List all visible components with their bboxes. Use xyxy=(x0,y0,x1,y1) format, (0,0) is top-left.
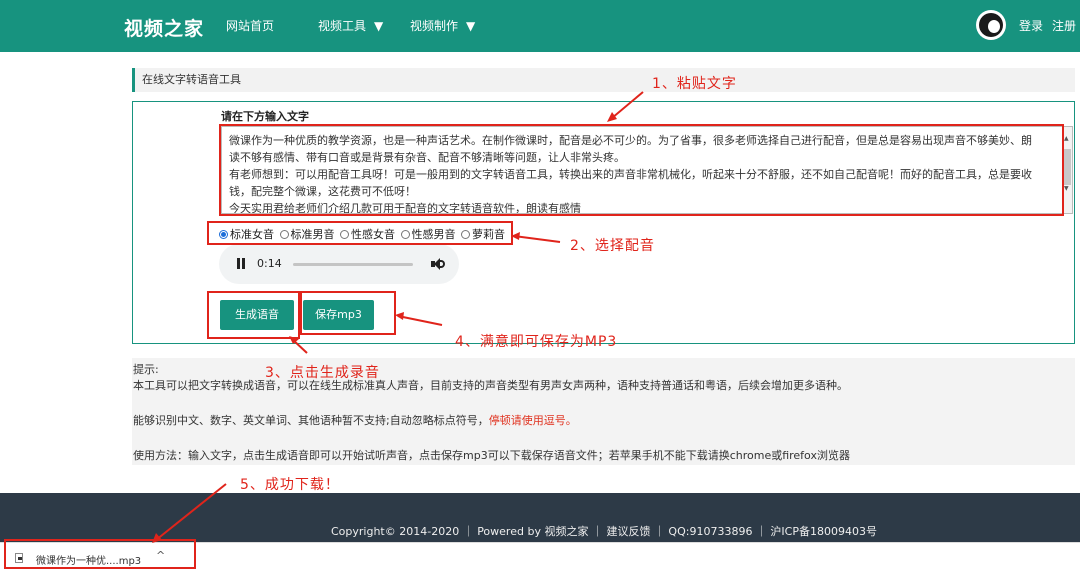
save-mp3-button[interactable]: 保存mp3 xyxy=(303,300,374,330)
pause-icon[interactable] xyxy=(237,258,246,269)
site-logo[interactable]: 视频之家 xyxy=(124,14,204,41)
voice-option-loli[interactable]: 萝莉音 xyxy=(461,226,505,242)
login-link[interactable]: 登录 xyxy=(1019,17,1043,34)
text-input[interactable]: 微课作为一种优质的教学资源，也是一种声话艺术。在制作微课时，配音是必不可少的。为… xyxy=(221,126,1073,214)
voice-label: 标准女音 xyxy=(230,228,274,241)
radio-button[interactable] xyxy=(219,230,228,239)
file-icon xyxy=(15,553,23,563)
voice-options: 标准女音 标准男音 性感女音 性感男音 萝莉音 xyxy=(219,226,507,242)
nav-video-production-label: 视频制作 xyxy=(410,19,459,33)
tips-heading: 提示: xyxy=(133,363,159,376)
nav-home-label: 网站首页 xyxy=(226,19,275,33)
progress-slider[interactable] xyxy=(293,263,413,266)
scroll-up-icon[interactable]: ▲ xyxy=(1064,135,1069,142)
annotation-step-2: 2、选择配音 xyxy=(570,238,655,254)
radio-button[interactable] xyxy=(400,230,410,239)
scroll-down-icon[interactable]: ▼ xyxy=(1064,185,1069,192)
volume-icon[interactable] xyxy=(431,258,445,270)
radio-button[interactable] xyxy=(279,230,289,239)
text-line: 读不够有感情、带有口音或是背景有杂音、配音不够清晰等问题，让人非常头疼。 xyxy=(229,151,625,164)
footer: Copyright© 2014-2020 ｜ Powered by 视频之家 ｜… xyxy=(0,493,1080,542)
annotation-step-1: 1、粘贴文字 xyxy=(652,76,737,92)
audio-player: 0:14 xyxy=(219,244,459,284)
tips-warning: 停顿请使用逗号。 xyxy=(488,414,577,427)
voice-label: 标准男音 xyxy=(290,228,335,241)
tips-line-2: 能够识别中文、数字、英文单词、其他语种暂不支持;自动忽略标点符号，停顿请使用逗号… xyxy=(133,412,577,428)
text-line: 有老师想到：可以用配音工具呀！可是一般用到的文字转语音工具，转换出来的声音非常机… xyxy=(229,168,1032,181)
radio-button[interactable] xyxy=(461,230,470,239)
voice-option-standard-female[interactable]: 标准女音 xyxy=(219,226,274,242)
text-scrollbar[interactable]: ▲ ▼ xyxy=(1062,127,1072,213)
input-label: 请在下方输入文字 xyxy=(221,110,309,123)
page: 视频之家 网站首页 视频工具 ▼ 视频制作 ▼ 登录 注册 在线文字转语音工具 请在… xyxy=(0,0,1080,575)
voice-option-sexy-female[interactable]: 性感女音 xyxy=(340,226,395,242)
nav-home[interactable]: 网站首页 xyxy=(226,17,274,34)
radio-button[interactable] xyxy=(340,230,349,239)
footer-copyright: Copyright© 2014-2020 ｜ Powered by 视频之家 ｜… xyxy=(331,525,877,538)
tips-line-1: 本工具可以把文字转换成语音，可以在线生成标准真人声音，目前支持的声音类型有男声女… xyxy=(133,379,848,392)
section-title: 在线文字转语音工具 xyxy=(132,68,1075,92)
tips-line-2-text: 能够识别中文、数字、英文单词、其他语种暂不支持;自动忽略标点符号， xyxy=(133,414,489,427)
chevron-down-icon: ▼ xyxy=(374,19,384,33)
tips-line-3: 使用方法：输入文字，点击生成语音即可以开始试听声音，点击保存mp3可以下载保存语… xyxy=(133,449,850,462)
register-link[interactable]: 注册 xyxy=(1052,17,1076,34)
generate-audio-button[interactable]: 生成语音 xyxy=(220,300,294,330)
chevron-up-icon[interactable]: ^ xyxy=(156,549,165,562)
voice-label: 性感女音 xyxy=(351,228,395,241)
player-time: 0:14 xyxy=(257,257,282,270)
download-bar: 微课作为一种优....mp3 ^ xyxy=(0,542,1080,575)
top-nav-bar: 视频之家 网站首页 视频工具 ▼ 视频制作 ▼ 登录 注册 xyxy=(0,0,1080,52)
text-line: 微课作为一种优质的教学资源，也是一种声话艺术。在制作微课时，配音是必不可少的。为… xyxy=(229,134,1032,147)
nav-video-production[interactable]: 视频制作 ▼ xyxy=(410,17,475,34)
download-filename[interactable]: 微课作为一种优....mp3 xyxy=(36,552,141,567)
scroll-thumb[interactable] xyxy=(1064,149,1071,185)
voice-option-standard-male[interactable]: 标准男音 xyxy=(279,226,335,242)
voice-label: 萝莉音 xyxy=(472,228,505,241)
text-line: 今天实用君给老师们介绍几款可用于配音的文字转语音软件，朗读有感情 xyxy=(229,202,581,214)
annotation-step-4: 4、满意即可保存为MP3 xyxy=(455,334,618,350)
nav-video-tools-label: 视频工具 xyxy=(318,19,367,33)
voice-option-sexy-male[interactable]: 性感男音 xyxy=(400,226,456,242)
voice-label: 性感男音 xyxy=(411,228,456,241)
nav-video-tools[interactable]: 视频工具 ▼ xyxy=(318,17,383,34)
annotation-step-3: 3、点击生成录音 xyxy=(265,365,380,381)
chevron-down-icon: ▼ xyxy=(466,19,476,33)
annotation-step-5: 5、成功下载！ xyxy=(240,477,340,493)
qq-avatar-icon[interactable] xyxy=(976,10,1006,40)
text-line: 钱，配完整个微课，这花费可不低呀！ xyxy=(229,185,416,198)
